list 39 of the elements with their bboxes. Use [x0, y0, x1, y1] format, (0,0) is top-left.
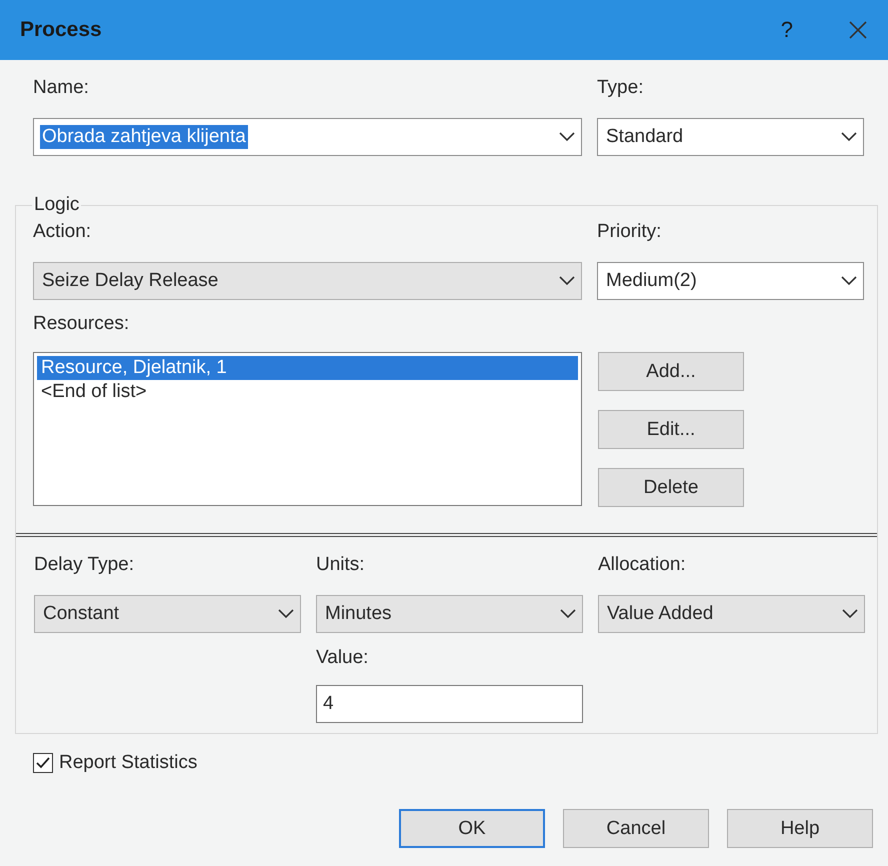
combo-box[interactable]: Constant [34, 595, 301, 633]
dialog-button[interactable]: OK [399, 809, 545, 848]
combo-box[interactable]: Medium(2) [597, 262, 864, 300]
field-label: Units: [316, 555, 366, 575]
list-item[interactable]: <End of list> [37, 380, 578, 404]
combo-box[interactable]: Obrada zahtjeva klijenta [33, 118, 582, 156]
combo-box[interactable]: Standard [597, 118, 864, 156]
window-title: Process [20, 18, 103, 42]
chevron-icon [841, 132, 857, 142]
field-label: Type: [597, 78, 644, 98]
field-label: Action: [33, 222, 92, 242]
chevron-icon [842, 609, 858, 619]
list-action-button[interactable]: Edit... [598, 410, 744, 449]
field-label: Allocation: [598, 555, 687, 575]
combo-box[interactable]: Seize Delay Release [33, 262, 582, 300]
field-label: Priority: [597, 222, 662, 242]
field-label: Delay Type: [34, 555, 135, 575]
help-button[interactable]: ? [780, 17, 793, 43]
dialog-button[interactable]: Cancel [563, 809, 709, 848]
chevron-icon [560, 609, 576, 619]
field-label: Resources: [33, 314, 130, 334]
list-item[interactable]: Resource, Djelatnik, 1 [37, 356, 578, 380]
chevron-icon [559, 132, 575, 142]
chevron-icon [559, 276, 575, 286]
resource-list[interactable]: Resource, Djelatnik, 1 <End of list> [33, 352, 582, 506]
combo-box[interactable]: Minutes [316, 595, 583, 633]
list-action-button[interactable]: Add... [598, 352, 744, 391]
close-icon[interactable] [848, 20, 868, 40]
chevron-icon [841, 276, 857, 286]
field-label: Value: [316, 648, 370, 668]
field-label: Name: [33, 78, 90, 98]
dialog-button[interactable]: Help [727, 809, 873, 848]
checkbox[interactable] [33, 753, 53, 773]
chevron-icon [278, 609, 294, 619]
group-title: Logic [33, 194, 80, 216]
list-action-button[interactable]: Delete [598, 468, 744, 507]
value-field[interactable]: 4 [316, 685, 583, 723]
checkbox-label: Report Statistics [59, 752, 198, 774]
combo-box[interactable]: Value Added [598, 595, 865, 633]
